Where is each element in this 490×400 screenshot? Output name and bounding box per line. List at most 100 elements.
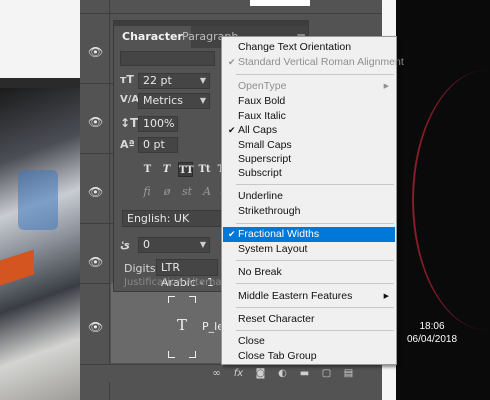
menu-item-close-tab-group[interactable]: Close Tab Group [223, 349, 395, 364]
digits-label: Digits: [124, 262, 160, 275]
menu-item-standard-vertical-roman-alignment: ✔ Standard Vertical Roman Alignment [223, 55, 404, 70]
mask-icon[interactable]: ◙ [254, 367, 267, 380]
menu-separator [236, 283, 394, 284]
thumb-corner [189, 296, 196, 303]
text-layer-icon: T [176, 316, 187, 334]
baseline-shift-icon: Aª [120, 138, 135, 151]
faux-bold-button[interactable]: T [140, 162, 155, 177]
menu-separator [236, 307, 394, 308]
discretionary-ligatures-button[interactable]: st [180, 184, 194, 199]
chevron-down-icon: ▼ [199, 96, 206, 105]
menu-item-all-caps[interactable]: ✔ All Caps [223, 123, 395, 138]
canvas-photo-detail [18, 170, 58, 230]
check-icon: ✔ [228, 125, 236, 135]
eye-icon[interactable]: 👁 [88, 320, 103, 334]
check-icon: ✔ [228, 229, 236, 239]
menu-item-label: Fractional Widths [238, 228, 320, 240]
text-layer-thumbnail[interactable]: T [168, 296, 196, 358]
font-family-field[interactable] [120, 51, 215, 66]
thumb-corner [168, 296, 175, 303]
font-size-select[interactable]: 22 pt ▼ [138, 73, 210, 89]
font-size-value: 22 pt [143, 74, 172, 87]
menu-item-label: Close [238, 335, 265, 347]
menu-item-label: Close Tab Group [238, 350, 317, 362]
menu-item-label: Standard Vertical Roman Alignment [238, 56, 404, 68]
thumb-corner [189, 351, 196, 358]
ligatures-button[interactable]: fi [140, 184, 154, 199]
vertical-scale-field[interactable]: 100% [138, 116, 178, 132]
menu-item-faux-bold[interactable]: Faux Bold [223, 94, 395, 109]
kerning-value: Metrics [143, 94, 183, 107]
font-size-icon: тT [120, 73, 134, 86]
digits-select[interactable]: LTR Arabic - 1 [156, 259, 218, 289]
document-canvas-left [0, 0, 80, 400]
trash-icon[interactable]: ▤ [342, 367, 355, 380]
eye-icon[interactable]: 👁 [88, 115, 103, 129]
faux-italic-button[interactable]: T [159, 162, 174, 177]
menu-item-label: Underline [238, 190, 283, 202]
menu-item-change-text-orientation[interactable]: Change Text Orientation [223, 40, 395, 55]
menu-item-label: OpenType [238, 80, 287, 92]
menu-item-label: Middle Eastern Features [238, 290, 353, 302]
justification-alternates-label[interactable]: Justification Alternates [124, 277, 237, 288]
small-caps-button[interactable]: Tt [197, 162, 212, 177]
menu-item-opentype: OpenType ▶ [223, 79, 395, 94]
menu-item-label: System Layout [238, 243, 308, 255]
folder-icon[interactable]: ▬ [298, 367, 311, 380]
taskbar-clock[interactable]: 18:06 06/04/2018 [398, 320, 466, 346]
character-panel-menu: Change Text Orientation ✔ Standard Vertic… [221, 36, 404, 365]
link-icon[interactable]: ∞ [210, 367, 223, 380]
layer-row[interactable] [80, 0, 382, 14]
menu-item-no-break[interactable]: No Break [223, 265, 395, 280]
opentype-buttons: fi ø st A ad [140, 184, 234, 199]
menu-item-fractional-widths[interactable]: ✔ Fractional Widths [223, 227, 395, 242]
baseline-shift-field[interactable]: 0 pt [138, 137, 178, 153]
menu-item-close[interactable]: Close [223, 334, 395, 349]
eye-icon[interactable]: 👁 [88, 185, 103, 199]
menu-item-small-caps[interactable]: Small Caps [223, 138, 395, 153]
menu-separator [236, 184, 394, 185]
clock-time: 18:06 [419, 321, 445, 332]
menu-item-label: Faux Italic [238, 110, 286, 122]
canvas-red-arc [412, 70, 490, 330]
new-layer-icon[interactable]: ▢ [320, 367, 333, 380]
thumb-corner [168, 351, 175, 358]
language-select[interactable]: English: UK [122, 210, 222, 227]
menu-item-label: Superscript [238, 153, 292, 165]
layers-footer: ∞ fx ◙ ◐ ▬ ▢ ▤ [80, 364, 382, 382]
menu-separator [236, 223, 394, 224]
kerning-icon: V/A [120, 94, 140, 105]
check-icon: ✔ [228, 57, 236, 67]
canvas-white-area [0, 0, 80, 78]
eye-icon[interactable]: 👁 [88, 255, 103, 269]
menu-separator [236, 260, 394, 261]
kerning-select[interactable]: Metrics ▼ [138, 93, 210, 109]
old-style-button[interactable]: ø [160, 184, 174, 199]
menu-item-label: Strikethrough [238, 205, 301, 217]
menu-item-label: Small Caps [238, 139, 292, 151]
menu-item-label: All Caps [238, 124, 278, 136]
fx-icon[interactable]: fx [232, 367, 245, 380]
chevron-down-icon: ▼ [199, 240, 206, 249]
eye-icon[interactable]: 👁 [88, 45, 103, 59]
menu-item-middle-eastern-features[interactable]: Middle Eastern Features ▶ [223, 289, 395, 304]
canvas-photo [0, 88, 80, 400]
menu-item-label: Faux Bold [238, 95, 286, 107]
menu-separator [236, 330, 394, 331]
submenu-arrow-icon: ▶ [383, 83, 389, 90]
vertical-scale-icon: ↕T [120, 116, 139, 130]
type-style-buttons: T T TT Tt T¹ [140, 162, 231, 177]
menu-item-strikethrough[interactable]: Strikethrough [223, 204, 395, 219]
menu-item-label: Reset Character [238, 313, 315, 325]
menu-item-faux-italic[interactable]: Faux Italic [223, 109, 395, 124]
menu-item-subscript[interactable]: Subscript [223, 166, 395, 181]
kashida-select[interactable]: 0 ▼ [138, 237, 210, 253]
adjustment-icon[interactable]: ◐ [276, 367, 289, 380]
menu-item-underline[interactable]: Underline [223, 189, 395, 204]
menu-item-reset-character[interactable]: Reset Character [223, 312, 395, 327]
all-caps-button[interactable]: TT [178, 162, 194, 177]
menu-item-system-layout[interactable]: System Layout [223, 242, 395, 257]
menu-item-superscript[interactable]: Superscript [223, 152, 395, 167]
swash-button[interactable]: A [200, 184, 214, 199]
clock-date: 06/04/2018 [406, 334, 458, 345]
